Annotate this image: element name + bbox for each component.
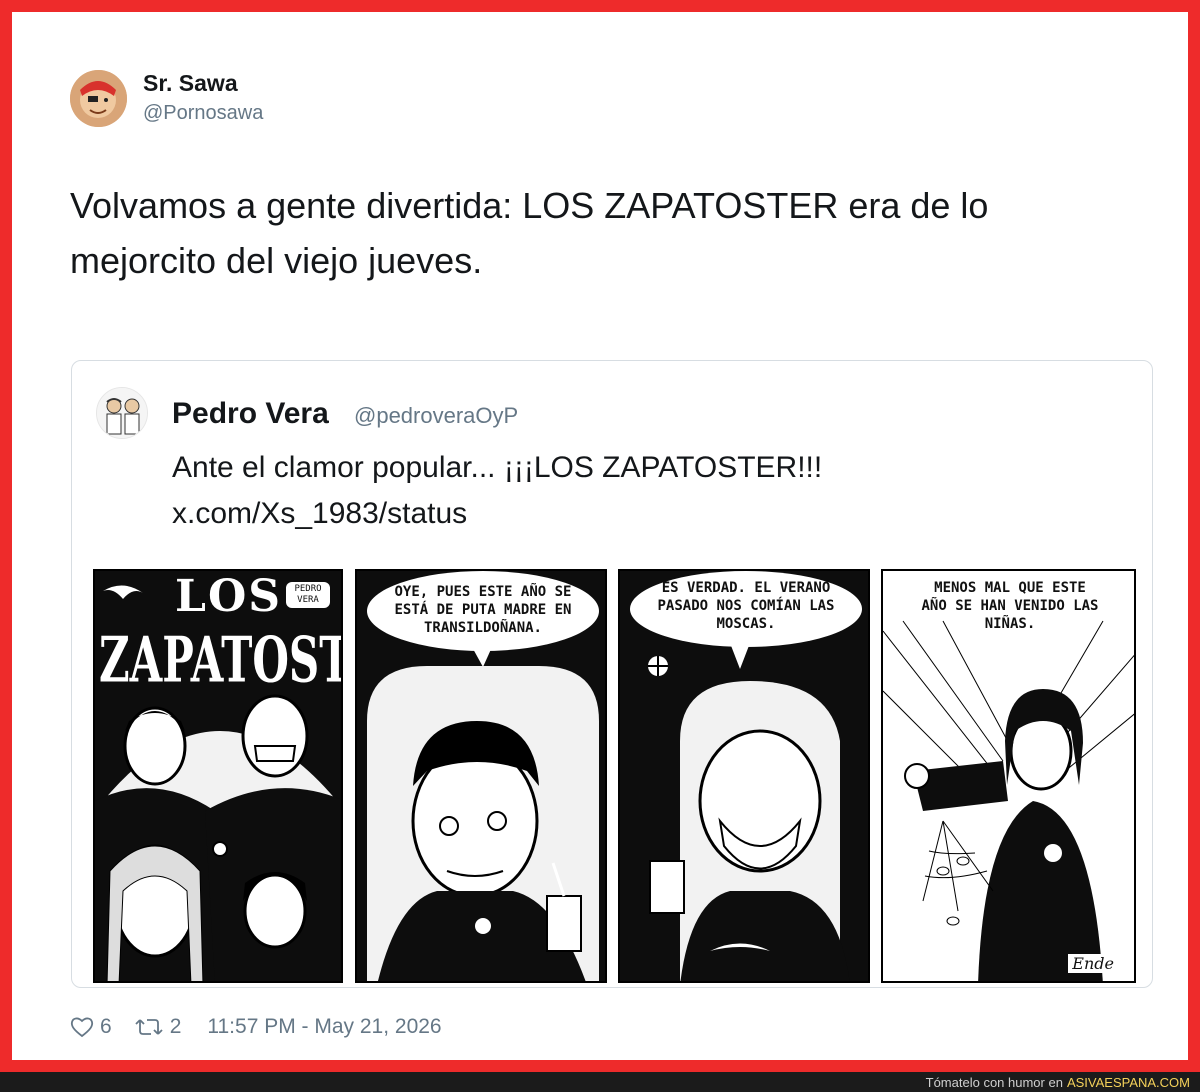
comic-title-zapatoster: ZAPATOSTER xyxy=(99,623,341,697)
bubble-line: AÑO SE HAN VENIDO LAS xyxy=(921,598,1099,614)
comic-panel-cover: LOS ZAPATOSTER PEDRO VERA xyxy=(93,569,343,983)
comic-panel-4: MENOS MAL QUE ESTE AÑO SE HAN VENIDO LAS… xyxy=(881,569,1136,983)
retweet-icon xyxy=(135,1019,163,1035)
footer-prefix: Tómatelo con humor en xyxy=(925,1074,1063,1090)
author-avatar[interactable] xyxy=(70,70,127,127)
bubble-line: MENOS MAL QUE ESTE xyxy=(934,580,1086,596)
tweet-text: Volvamos a gente divertida: LOS ZAPATOST… xyxy=(70,178,1160,288)
heart-icon xyxy=(70,1017,94,1038)
footer-bar: Tómatelo con humor en ASIVAESPANA.COM xyxy=(0,1072,1200,1092)
bubble-line: ESTÁ DE PUTA MADRE EN xyxy=(394,602,572,618)
comic-strip[interactable]: LOS ZAPATOSTER PEDRO VERA xyxy=(93,569,1149,983)
quoted-author-avatar[interactable] xyxy=(96,387,148,439)
tweet-frame: Sr. Sawa @Pornosawa Volvamos a gente div… xyxy=(0,0,1200,1072)
like-button[interactable]: 6 xyxy=(70,1015,112,1039)
speech-bubble-4: MENOS MAL QUE ESTE AÑO SE HAN VENIDO LAS… xyxy=(891,579,1129,633)
bubble-line: TRANSILDOÑANA. xyxy=(423,620,542,636)
like-count: 6 xyxy=(100,1015,112,1038)
bubble-line: PASADO NOS COMÍAN LAS xyxy=(657,598,835,614)
comic-title-los: LOS xyxy=(175,571,283,622)
speech-bubble-2: OYE, PUES ESTE AÑO SE ESTÁ DE PUTA MADRE… xyxy=(369,583,597,637)
tweet-text-line: mejorcito del viejo jueves. xyxy=(70,240,483,281)
bubble-line: OYE, PUES ESTE AÑO SE xyxy=(394,584,572,600)
quoted-tweet-card[interactable]: Pedro Vera @pedroveraOyP Ante el clamor … xyxy=(71,360,1153,988)
comic-panel-2: OYE, PUES ESTE AÑO SE ESTÁ DE PUTA MADRE… xyxy=(355,569,607,983)
comic-author-tag: PEDRO VERA xyxy=(286,582,330,608)
tweet-stats: 6 2 11:57 PM - May 21, 2026 xyxy=(70,1012,442,1042)
footer-site-link[interactable]: ASIVAESPANA.COM xyxy=(1067,1075,1190,1090)
retweet-count: 2 xyxy=(169,1015,182,1038)
tweet-timestamp[interactable]: 11:57 PM - May 21, 2026 xyxy=(207,1015,441,1039)
bubble-line: ES VERDAD. EL VERANO xyxy=(661,580,831,596)
quoted-text-line: Ante el clamor popular... ¡¡¡LOS ZAPATOS… xyxy=(172,451,823,484)
quoted-link[interactable]: x.com/Xs_1983/status xyxy=(172,491,822,537)
quoted-author-handle[interactable]: @pedroveraOyP xyxy=(354,403,518,429)
quoted-author-name[interactable]: Pedro Vera xyxy=(172,397,329,431)
author-tag-line: VERA xyxy=(297,595,319,605)
author-tag-line: PEDRO xyxy=(294,584,322,594)
retweet-button[interactable]: 2 xyxy=(134,1015,182,1039)
bubble-line: MOSCAS. xyxy=(716,616,776,632)
speech-bubble-3: ES VERDAD. EL VERANO PASADO NOS COMÍAN L… xyxy=(632,579,860,633)
bubble-line: NIÑAS. xyxy=(984,616,1036,632)
tweet-text-line: Volvamos a gente divertida: LOS ZAPATOST… xyxy=(70,185,989,226)
author-name[interactable]: Sr. Sawa xyxy=(143,70,238,97)
author-handle[interactable]: @Pornosawa xyxy=(143,102,263,125)
comic-signature: Ende xyxy=(1068,954,1118,973)
quoted-tweet-text: Ante el clamor popular... ¡¡¡LOS ZAPATOS… xyxy=(172,445,822,537)
comic-panel-3: ES VERDAD. EL VERANO PASADO NOS COMÍAN L… xyxy=(618,569,870,983)
